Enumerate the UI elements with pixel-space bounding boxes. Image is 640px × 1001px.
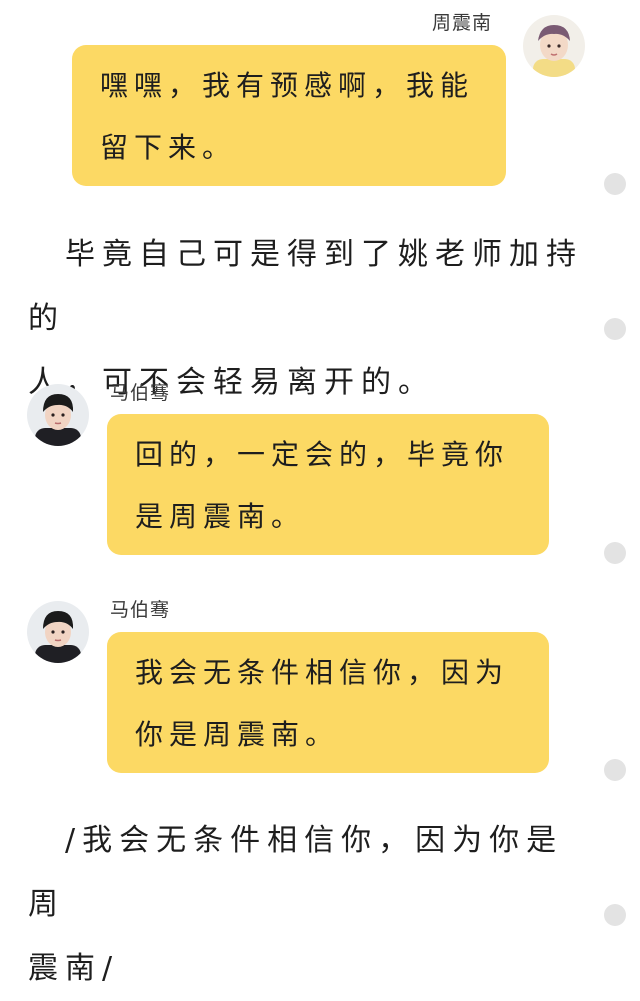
message-line: 嘿嘿，我有预感啊，我能 bbox=[100, 69, 475, 102]
page-dot-icon[interactable] bbox=[604, 542, 626, 564]
message-line: 是周震南。 bbox=[135, 500, 306, 533]
narration-paragraph: /我会无条件相信你，因为你是周 震南/ bbox=[28, 809, 588, 1001]
message-line: 留下来。 bbox=[100, 131, 237, 164]
message-line: 我会无条件相信你，因为 bbox=[135, 656, 510, 689]
page-dot-icon[interactable] bbox=[604, 173, 626, 195]
message-line: 你是周震南。 bbox=[135, 718, 340, 751]
avatar-photo-icon bbox=[27, 601, 89, 663]
avatar[interactable] bbox=[523, 15, 585, 77]
avatar[interactable] bbox=[27, 384, 89, 446]
avatar-photo-icon bbox=[523, 15, 585, 77]
message-bubble[interactable]: 嘿嘿，我有预感啊，我能 留下来。 bbox=[72, 45, 506, 186]
speaker-name: 马伯骞 bbox=[110, 382, 171, 404]
avatar[interactable] bbox=[27, 601, 89, 663]
narration-line: 毕竟自己可是得到了姚老师加持的 bbox=[28, 237, 583, 336]
speaker-name: 周震南 bbox=[432, 12, 493, 34]
message-line: 回的，一定会的，毕竟你 bbox=[135, 438, 510, 471]
speaker-name: 马伯骞 bbox=[110, 599, 171, 621]
narration-line: 震南/ bbox=[28, 951, 120, 986]
page-dot-icon[interactable] bbox=[604, 904, 626, 926]
message-bubble[interactable]: 回的，一定会的，毕竟你 是周震南。 bbox=[107, 414, 549, 555]
message-bubble[interactable]: 我会无条件相信你，因为 你是周震南。 bbox=[107, 632, 549, 773]
page-dot-icon[interactable] bbox=[604, 318, 626, 340]
avatar-photo-icon bbox=[27, 384, 89, 446]
page-dot-icon[interactable] bbox=[604, 759, 626, 781]
narration-line: /我会无条件相信你，因为你是周 bbox=[28, 823, 564, 922]
